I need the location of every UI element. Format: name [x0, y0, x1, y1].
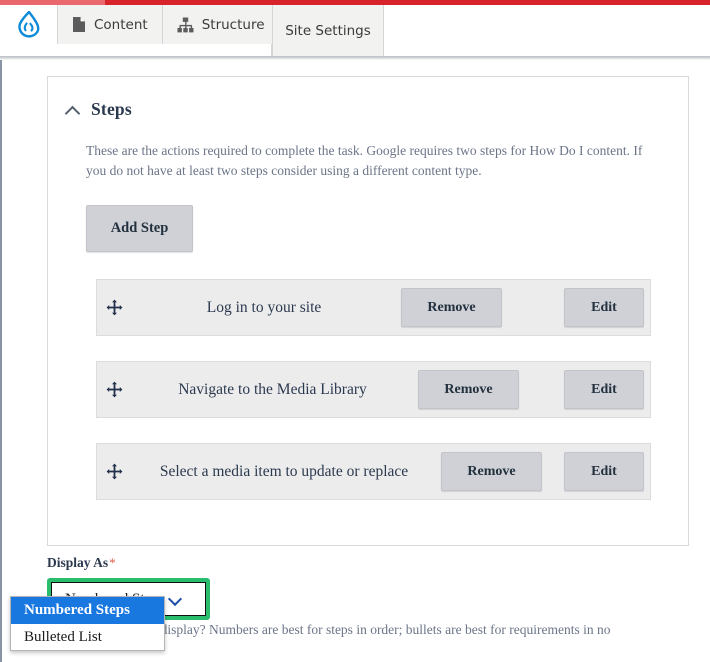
step-row-actions: Remove Edit: [418, 370, 650, 409]
toolbar-items: Content Structure: [0, 5, 280, 44]
steps-description: These are the actions required to comple…: [86, 143, 643, 178]
sitemap-icon: [177, 17, 194, 33]
dropdown-option-bulleted-list[interactable]: Bulleted List: [11, 624, 164, 651]
step-row[interactable]: Select a media item to update or replace…: [96, 443, 651, 500]
drupal-droplet-icon: [17, 10, 41, 39]
add-step-button[interactable]: Add Step: [86, 205, 193, 252]
dropdown-option-numbered-steps[interactable]: Numbered Steps: [11, 597, 164, 624]
step-row-actions: Remove Edit: [441, 452, 650, 491]
toolbar-item-structure[interactable]: Structure: [162, 5, 280, 44]
steps-panel: Steps These are the actions required to …: [47, 76, 689, 546]
steps-list: Log in to your site Remove Edit Navigate…: [96, 279, 651, 525]
toolbar-item-label: Content: [94, 16, 148, 33]
steps-panel-title: Steps: [91, 99, 132, 119]
top-brand-strip-accent: [0, 0, 105, 5]
edit-step-button[interactable]: Edit: [564, 288, 644, 327]
display-as-label-row: Display As*: [47, 554, 707, 572]
remove-step-button[interactable]: Remove: [418, 370, 519, 409]
step-label: Navigate to the Media Library: [178, 380, 367, 398]
display-as-label: Display As: [47, 555, 109, 570]
toolbar-tab-label: Site Settings: [285, 22, 371, 39]
admin-toolbar: Content Structure Site Settings: [0, 0, 710, 57]
document-icon: [72, 16, 86, 33]
step-row[interactable]: Navigate to the Media Library Remove Edi…: [96, 361, 651, 418]
display-as-dropdown-list[interactable]: Numbered Steps Bulleted List: [10, 596, 165, 651]
page-content: Steps These are the actions required to …: [0, 60, 710, 662]
step-label: Log in to your site: [206, 298, 322, 316]
toolbar-shadow: [0, 56, 710, 60]
chevron-down-icon[interactable]: [169, 593, 181, 605]
drupal-logo-button[interactable]: [0, 5, 58, 44]
steps-panel-header[interactable]: Steps: [48, 77, 688, 120]
move-handle-icon[interactable]: [97, 299, 131, 316]
toolbar-tab-site-settings[interactable]: Site Settings: [272, 5, 384, 56]
required-marker: *: [109, 555, 116, 570]
move-handle-icon[interactable]: [97, 463, 131, 480]
toolbar-underfill: [0, 44, 272, 56]
move-handle-icon[interactable]: [97, 381, 131, 398]
remove-step-button[interactable]: Remove: [401, 288, 502, 327]
remove-step-button[interactable]: Remove: [441, 452, 542, 491]
step-row[interactable]: Log in to your site Remove Edit: [96, 279, 651, 336]
step-row-actions: Remove Edit: [401, 288, 650, 327]
edit-step-button[interactable]: Edit: [564, 370, 644, 409]
top-brand-strip: [0, 0, 710, 5]
toolbar-item-content[interactable]: Content: [58, 5, 163, 44]
toolbar-item-label: Structure: [201, 16, 265, 33]
chevron-up-icon[interactable]: [66, 103, 80, 117]
edit-step-button[interactable]: Edit: [564, 452, 644, 491]
step-label: Select a media item to update or replace: [159, 462, 409, 480]
